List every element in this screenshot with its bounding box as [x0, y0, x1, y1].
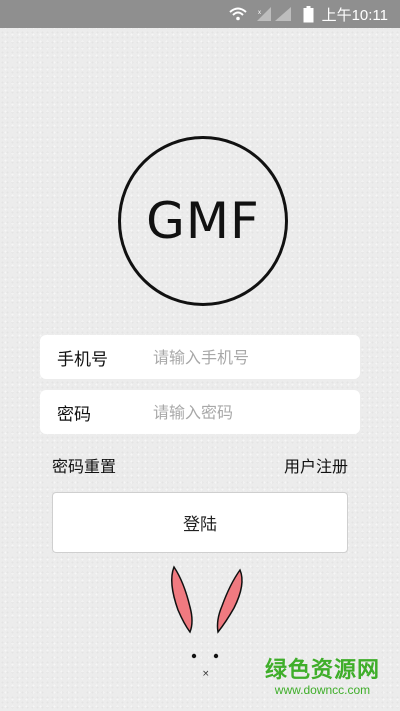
watermark: 绿色资源网 www.downcc.com [264, 658, 380, 697]
phone-input[interactable] [153, 347, 360, 367]
logo-text: GMF [146, 192, 260, 250]
bunny-left-ear [171, 565, 193, 634]
status-bar: x 上午10:11 [0, 0, 400, 28]
password-input[interactable] [153, 402, 360, 422]
watermark-title: 绿色资源网 [264, 658, 380, 683]
password-label: 密码 [57, 404, 91, 425]
bunny-right-ear [216, 568, 243, 634]
bunny-illustration: × [171, 565, 243, 679]
login-button[interactable]: 登陆 [52, 492, 348, 553]
bunny-left-eye [191, 653, 197, 659]
app-logo: GMF [118, 136, 288, 306]
wifi-icon [228, 7, 247, 21]
status-time: 上午10:11 [321, 6, 388, 24]
svg-text:x: x [258, 10, 261, 16]
watermark-url: www.downcc.com [274, 683, 371, 697]
reset-password-link[interactable]: 密码重置 [52, 453, 116, 477]
register-link[interactable]: 用户注册 [284, 453, 348, 477]
phone-field-row: 手机号 [40, 335, 360, 379]
phone-label: 手机号 [57, 349, 108, 370]
battery-icon [303, 5, 314, 23]
signal-icon: x [255, 6, 295, 22]
bunny-right-eye [213, 653, 219, 659]
password-field-row: 密码 [40, 390, 360, 434]
bunny-mouth: × [202, 669, 210, 679]
